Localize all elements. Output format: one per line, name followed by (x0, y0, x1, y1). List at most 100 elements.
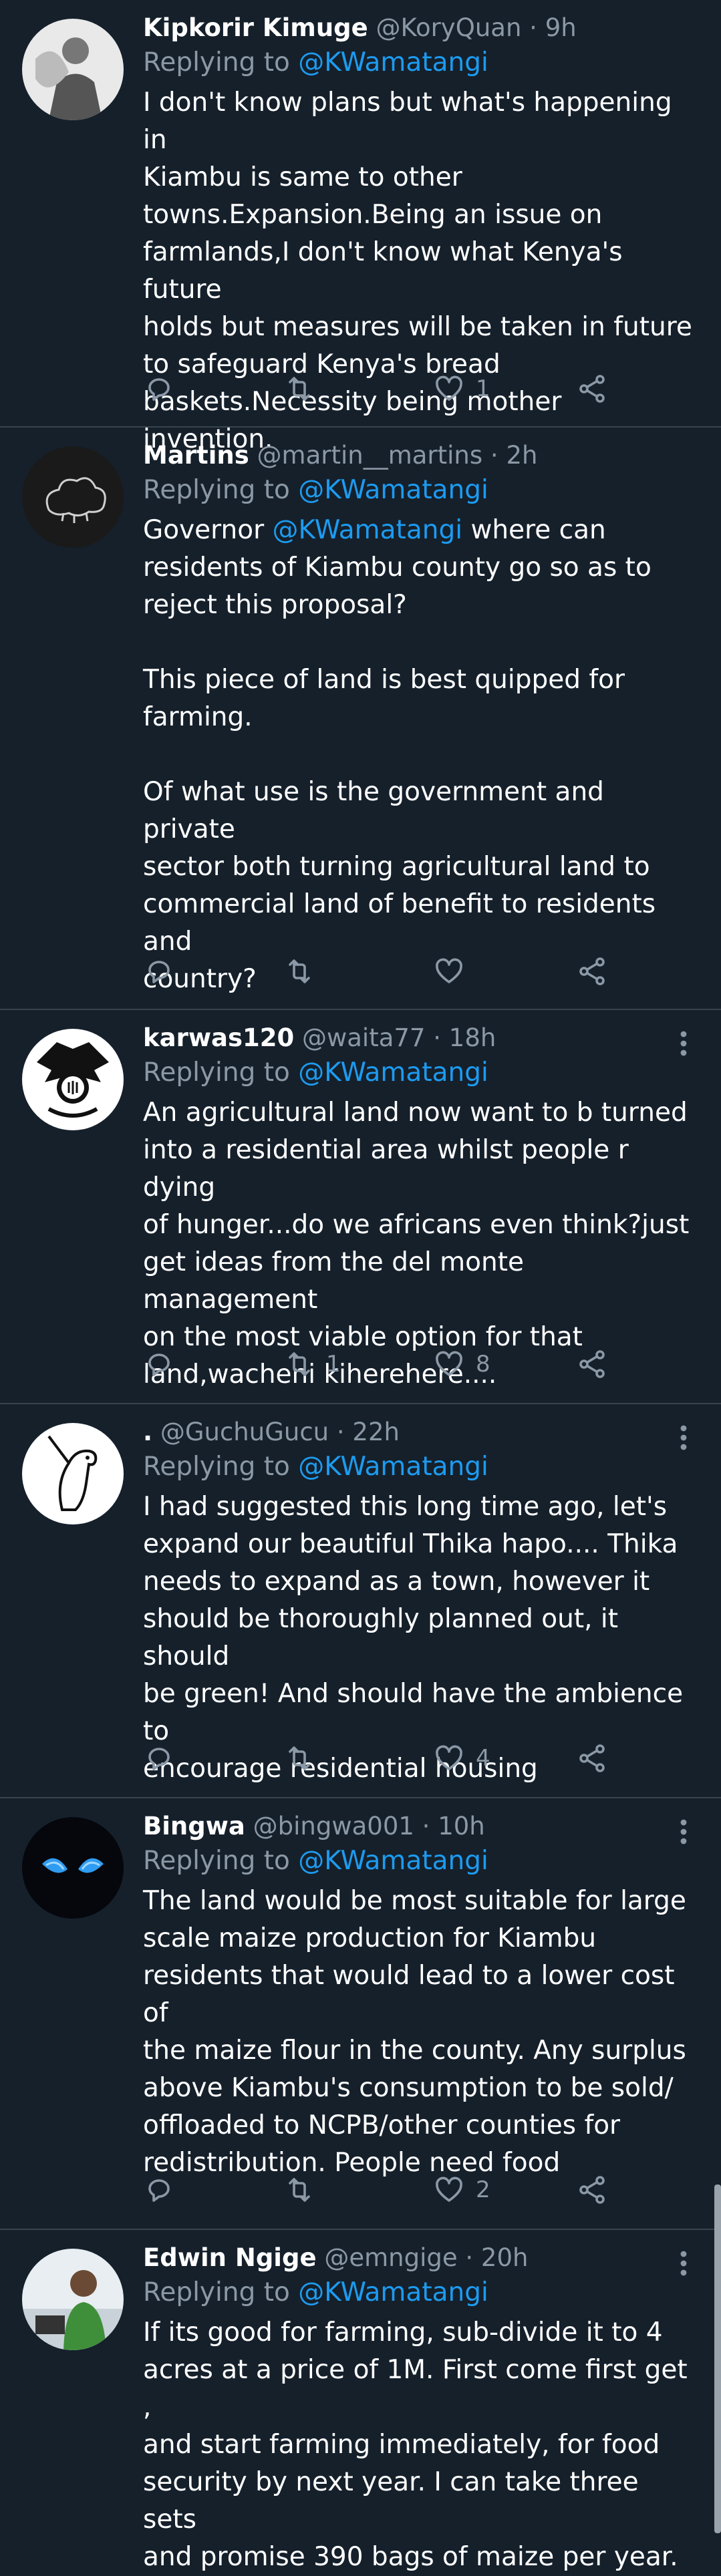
share-button[interactable] (576, 369, 608, 409)
tweet-text-segment: Governor (143, 515, 273, 545)
mention-link[interactable]: @KWamatangi (298, 47, 488, 77)
avatar[interactable] (22, 1423, 124, 1524)
retweet-count: 1 (326, 1351, 341, 1378)
avatar[interactable] (22, 1029, 124, 1130)
retweet-button[interactable] (283, 369, 326, 409)
share-button[interactable] (576, 2170, 608, 2210)
like-count: 8 (476, 1351, 490, 1378)
timestamp[interactable]: 9h (545, 13, 577, 42)
replying-to: Replying to @KWamatangi (143, 473, 698, 510)
avatar[interactable] (22, 1817, 124, 1919)
timestamp[interactable]: 22h (352, 1418, 400, 1446)
user-handle[interactable]: @martin__martins (257, 441, 483, 470)
share-button[interactable] (576, 1344, 608, 1384)
replying-label: Replying to (143, 1846, 290, 1876)
reply-button[interactable] (143, 1738, 186, 1778)
retweet-icon (289, 1352, 310, 1376)
replying-to: Replying to @KWamatangi (143, 1056, 698, 1093)
bird-sketch-icon (22, 1423, 124, 1524)
avatar[interactable] (22, 2249, 124, 2350)
tweet-actions: 2 (143, 2170, 651, 2210)
tweet-content: Edwin Ngige @emngige · 20h Replying to @… (143, 2241, 698, 2576)
scrollbar[interactable] (714, 2185, 721, 2533)
user-handle[interactable]: @bingwa001 (253, 1812, 414, 1840)
reply-icon (148, 378, 170, 401)
tweet[interactable]: . @GuchuGucu · 22h Replying to @KWamatan… (0, 1404, 721, 1798)
mention-link[interactable]: @KWamatangi (298, 1846, 488, 1876)
mention-link[interactable]: @KWamatangi (298, 1058, 488, 1088)
avatar-photo-icon (22, 19, 124, 120)
replying-label: Replying to (143, 47, 290, 77)
tweet-header: . @GuchuGucu · 22h (143, 1415, 698, 1450)
avatar[interactable] (22, 446, 124, 548)
reply-button[interactable] (143, 1344, 186, 1384)
user-handle[interactable]: @KoryQuan (376, 13, 522, 42)
display-name[interactable]: Kipkorir Kimuge (143, 13, 368, 42)
tweet[interactable]: Kipkorir Kimuge @KoryQuan · 9h Replying … (0, 0, 721, 454)
heart-icon (436, 1351, 462, 1376)
reply-button[interactable] (143, 369, 186, 409)
cloud-sketch-icon (22, 446, 124, 548)
separator-dot: · (457, 2243, 481, 2272)
display-name[interactable]: karwas120 (143, 1023, 294, 1052)
replying-label: Replying to (143, 1452, 290, 1482)
replying-label: Replying to (143, 1058, 290, 1088)
share-icon (579, 957, 605, 985)
reply-icon (148, 961, 170, 983)
tweet-text: If its good for farming, sub-divide it t… (143, 2314, 698, 2576)
retweet-button[interactable] (283, 951, 326, 991)
like-count: 1 (476, 375, 490, 402)
share-button[interactable] (576, 1738, 608, 1778)
retweet-button[interactable] (283, 1738, 326, 1778)
user-handle[interactable]: @GuchuGucu (160, 1418, 329, 1446)
like-count: 2 (476, 2177, 490, 2203)
share-icon (579, 1744, 605, 1772)
reply-button[interactable] (143, 2170, 186, 2210)
reply-icon (148, 1353, 170, 1376)
display-name[interactable]: Edwin Ngige (143, 2243, 317, 2272)
heart-icon (436, 1745, 462, 1770)
replying-to: Replying to @KWamatangi (143, 1844, 698, 1881)
like-count: 4 (476, 1745, 490, 1772)
retweet-button[interactable] (283, 2170, 326, 2210)
user-handle[interactable]: @waita77 (302, 1023, 425, 1052)
display-name[interactable]: . (143, 1418, 152, 1446)
reply-icon (148, 2179, 170, 2202)
separator-dot: · (329, 1418, 353, 1446)
timestamp[interactable]: 18h (449, 1023, 496, 1052)
tweet[interactable]: karwas120 @waita77 · 18h Replying to @KW… (0, 1010, 721, 1404)
mention-link[interactable]: @KWamatangi (298, 475, 488, 505)
replying-label: Replying to (143, 475, 290, 505)
retweet-icon (289, 1746, 310, 1770)
tweet-actions (143, 951, 651, 991)
like-button[interactable]: 4 (433, 1738, 490, 1778)
mention-link[interactable]: @KWamatangi (298, 2277, 488, 2307)
display-name[interactable]: Bingwa (143, 1812, 245, 1840)
retweet-icon (289, 959, 310, 983)
user-handle[interactable]: @emngige (324, 2243, 457, 2272)
display-name[interactable]: Martins (143, 441, 249, 470)
timestamp[interactable]: 20h (481, 2243, 529, 2272)
replying-label: Replying to (143, 2277, 290, 2307)
mention-link[interactable]: @KWamatangi (273, 515, 463, 545)
like-button[interactable] (433, 951, 476, 991)
retweet-button[interactable]: 1 (283, 1344, 341, 1384)
share-icon (579, 2176, 605, 2204)
tweet-actions: 1 (143, 369, 651, 409)
mention-link[interactable]: @KWamatangi (298, 1452, 488, 1482)
avatar[interactable] (22, 19, 124, 120)
tweet[interactable]: Edwin Ngige @emngige · 20h Replying to @… (0, 2230, 721, 2572)
timestamp[interactable]: 2h (506, 441, 537, 470)
share-icon (579, 1350, 605, 1378)
tweet-content: Martins @martin__martins · 2h Replying t… (143, 438, 698, 998)
like-button[interactable]: 8 (433, 1344, 490, 1384)
tweet[interactable]: Martins @martin__martins · 2h Replying t… (0, 428, 721, 1010)
reply-button[interactable] (143, 951, 186, 991)
like-button[interactable]: 2 (433, 2170, 490, 2210)
timestamp[interactable]: 10h (438, 1812, 485, 1840)
share-button[interactable] (576, 951, 608, 991)
tweet[interactable]: Bingwa @bingwa001 · 10h Replying to @KWa… (0, 1798, 721, 2230)
tweet-text: Governor @KWamatangi where can residents… (143, 512, 698, 998)
tweet-actions: 1 8 (143, 1344, 651, 1384)
like-button[interactable]: 1 (433, 369, 490, 409)
